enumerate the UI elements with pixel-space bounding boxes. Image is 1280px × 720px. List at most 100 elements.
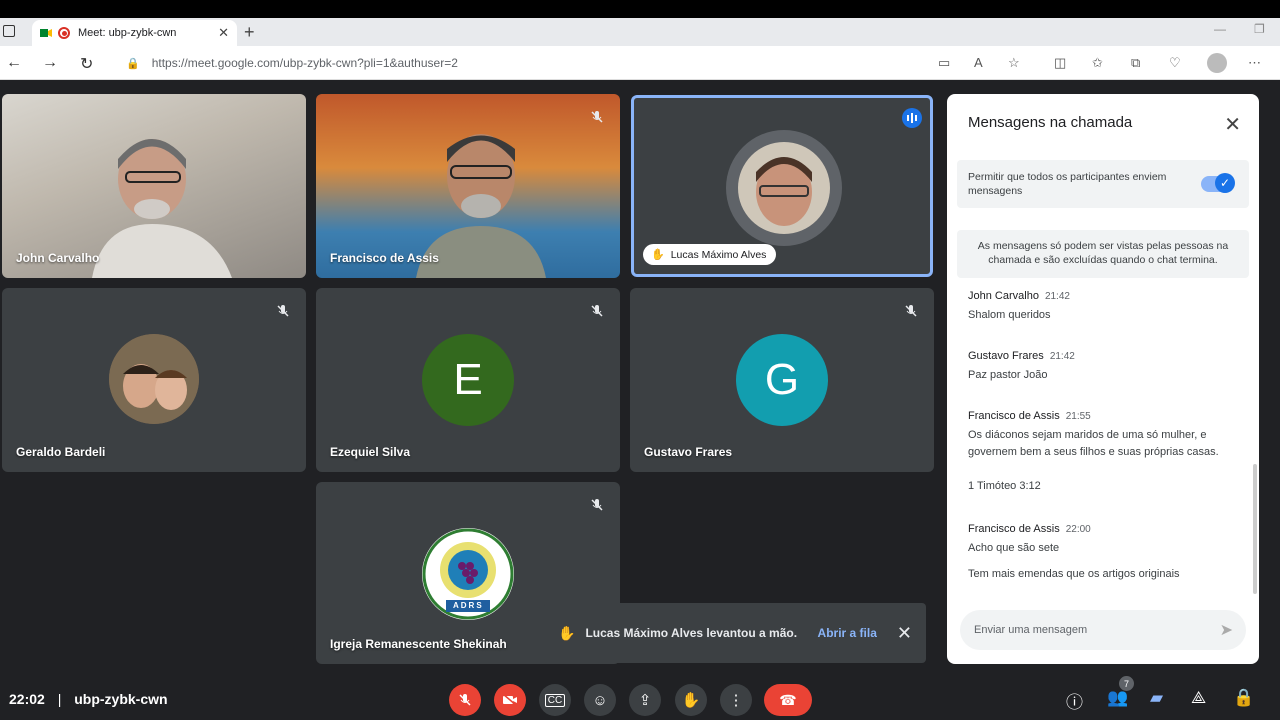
browser-essentials-icon[interactable]: ♡ [1169, 55, 1181, 71]
message-text: Os diáconos sejam maridos de uma só mulh… [968, 429, 1219, 458]
chat-info-banner: As mensagens só podem ser vistas pelas p… [957, 230, 1249, 278]
mic-off-icon [902, 302, 920, 320]
participant-tile[interactable]: G Gustavo Frares [630, 288, 934, 472]
send-icon[interactable]: ➤ [1220, 620, 1233, 640]
favorites-icon[interactable]: ✩ [1092, 55, 1103, 71]
new-tab-icon[interactable]: + [244, 22, 255, 43]
active-speaker-tile[interactable]: ✋ Lucas Máximo Alves [631, 95, 933, 277]
hand-raised-toast: ✋ Lucas Máximo Alves levantou a mão. Abr… [544, 603, 926, 663]
close-tab-icon[interactable]: ✕ [218, 25, 229, 41]
chat-message: Gustavo Frares 21:42 Paz pastor João [968, 346, 1238, 384]
message-sender: Francisco de Assis [968, 410, 1060, 422]
more-options-button[interactable]: ⋮ [720, 684, 752, 716]
participant-name: Ezequiel Silva [330, 445, 411, 459]
participant-name: John Carvalho [16, 251, 100, 265]
message-time: 21:42 [1049, 351, 1075, 362]
participant-tile[interactable]: John Carvalho [2, 94, 306, 278]
logo-text: ADRS [453, 601, 484, 610]
message-text: 1 Timóteo 3:12 [968, 480, 1041, 492]
open-queue-link[interactable]: Abrir a fila [818, 626, 877, 640]
sidebar-toggle-icon[interactable] [3, 25, 15, 37]
participant-tile[interactable]: Geraldo Bardeli [2, 288, 306, 472]
participant-name: Igreja Remanescente Shekinah [330, 637, 507, 651]
permission-toggle[interactable] [1201, 173, 1235, 193]
top-strip [0, 0, 1280, 18]
url-field[interactable]: 🔒 https://meet.google.com/ubp-zybk-cwn?p… [114, 50, 1034, 76]
close-chat-button[interactable]: ✕ [1224, 112, 1241, 137]
message-text: Paz pastor João [968, 369, 1048, 381]
participant-tile[interactable]: Francisco de Assis [316, 94, 620, 278]
separator: | [57, 691, 62, 707]
chat-icon[interactable]: ▰ [1150, 688, 1163, 708]
message-sender: John Carvalho [968, 290, 1039, 302]
browser-tab[interactable]: Meet: ubp-zybk-cwn ✕ [32, 20, 237, 46]
more-options-icon[interactable]: ⋯ [1248, 55, 1261, 71]
camera-off-button[interactable] [494, 684, 526, 716]
split-screen-icon[interactable]: ◫ [1054, 55, 1066, 71]
forward-icon[interactable]: → [42, 54, 58, 72]
permission-label: Permitir que todos os participantes envi… [968, 171, 1167, 197]
back-icon[interactable]: ← [6, 54, 22, 72]
message-time: 21:55 [1065, 411, 1091, 422]
participant-tile[interactable]: E Ezequiel Silva [316, 288, 620, 472]
microphone-off-button[interactable] [449, 684, 481, 716]
initial-avatar: E [422, 334, 514, 426]
present-screen-button[interactable]: ⇪ [629, 684, 661, 716]
close-toast-button[interactable]: ✕ [897, 623, 912, 644]
meeting-code: ubp-zybk-cwn [74, 691, 168, 707]
chat-message: Francisco de Assis 21:55 Os diáconos seja… [968, 406, 1238, 495]
tab-bar: Meet: ubp-zybk-cwn ✕ + — ❐ [0, 18, 1280, 46]
participant-video [92, 139, 232, 278]
profile-avatar[interactable] [1207, 53, 1227, 73]
lock-icon[interactable]: 🔒 [126, 57, 140, 70]
chat-panel: Mensagens na chamada ✕ Permitir que todo… [947, 94, 1259, 664]
message-text: Acho que são sete [968, 542, 1060, 554]
raised-hand-icon: ✋ [558, 624, 576, 641]
message-list[interactable]: John Carvalho 21:42 Shalom queridos Gusta… [968, 286, 1238, 596]
hang-up-icon: ☎ [779, 691, 797, 708]
activities-icon[interactable]: ⟁ [1191, 688, 1206, 708]
emoji-reactions-button[interactable]: ☺ [584, 684, 616, 716]
host-controls-icon[interactable]: 🔒 [1233, 688, 1254, 708]
more-vert-icon: ⋮ [728, 692, 744, 709]
camera-icon[interactable]: ▭ [938, 55, 950, 71]
toast-message: Lucas Máximo Alves levantou a mão. [585, 626, 798, 640]
recording-icon [58, 27, 70, 39]
participant-name: Francisco de Assis [330, 251, 439, 265]
meet-favicon-icon [40, 29, 52, 37]
leave-call-button[interactable]: ☎ [764, 684, 812, 716]
bottom-control-bar: 22:02 | ubp-zybk-cwn CC ☺ ⇪ ✋ ⋮ ☎ ⓘ 👥 7 … [0, 676, 1280, 720]
raise-hand-button[interactable]: ✋ [675, 684, 707, 716]
message-text: Tem mais emendas que os artigos originai… [968, 568, 1180, 580]
message-time: 22:00 [1065, 524, 1091, 535]
favorite-star-icon[interactable]: ☆ [1008, 55, 1020, 71]
raised-hand-icon: ✋ [651, 249, 665, 261]
restore-icon[interactable]: ❐ [1254, 22, 1265, 36]
address-bar: ← → ↻ 🔒 https://meet.google.com/ubp-zybk… [0, 46, 1280, 80]
captions-button[interactable]: CC [539, 684, 571, 716]
message-input[interactable]: Enviar uma mensagem ➤ [960, 610, 1246, 650]
chat-scrollbar[interactable] [1253, 464, 1257, 594]
read-aloud-icon[interactable]: A [974, 55, 983, 70]
message-input-placeholder: Enviar uma mensagem [974, 624, 1088, 636]
meeting-details-icon[interactable]: ⓘ [1066, 688, 1083, 713]
url-text: https://meet.google.com/ubp-zybk-cwn?pli… [151, 56, 458, 70]
reload-icon[interactable]: ↻ [80, 54, 93, 74]
participant-name: Lucas Máximo Alves [670, 248, 767, 261]
meeting-info: 22:02 | ubp-zybk-cwn [9, 691, 168, 707]
permission-setting: Permitir que todos os participantes envi… [957, 160, 1249, 208]
participant-count-badge: 7 [1119, 676, 1134, 691]
chat-message: Francisco de Assis 22:00 Acho que são set… [968, 519, 1238, 583]
speaker-ring [726, 130, 842, 246]
collections-icon[interactable]: ⧉ [1131, 55, 1140, 71]
participant-photo [109, 334, 199, 424]
current-time: 22:02 [9, 691, 45, 707]
minimize-icon[interactable]: — [1214, 22, 1226, 36]
mic-off-icon [588, 108, 606, 126]
people-icon[interactable]: 👥 [1107, 688, 1128, 708]
message-text: Shalom queridos [968, 309, 1051, 321]
participant-name: Gustavo Frares [644, 445, 733, 459]
message-time: 21:42 [1044, 291, 1070, 302]
chat-message: John Carvalho 21:42 Shalom queridos [968, 286, 1238, 324]
tab-title: Meet: ubp-zybk-cwn [78, 27, 177, 39]
